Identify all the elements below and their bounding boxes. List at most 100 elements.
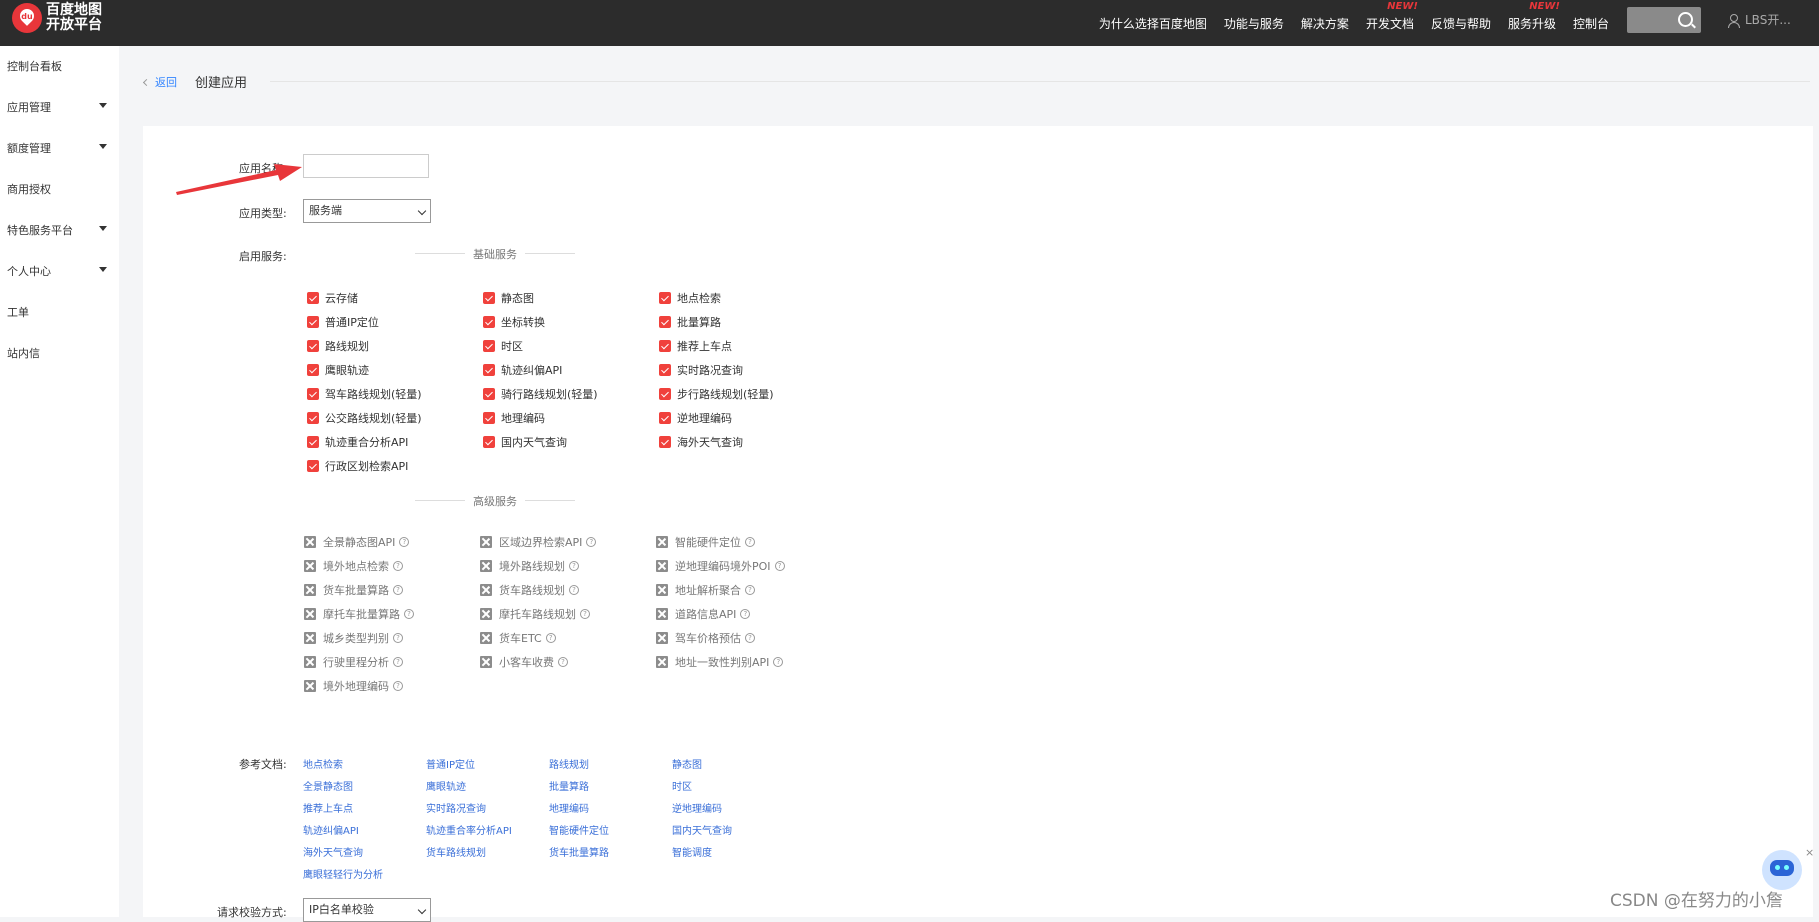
search-box[interactable] <box>1627 7 1701 33</box>
advanced-service-checkbox[interactable]: 小客车收费? <box>480 654 568 670</box>
help-icon[interactable]: ? <box>580 609 590 619</box>
help-icon[interactable]: ? <box>586 537 597 547</box>
advanced-service-checkbox[interactable]: 货车批量算路? <box>304 582 403 598</box>
checkbox-checked-icon[interactable] <box>307 436 319 448</box>
service-checkbox[interactable]: 驾车路线规划(轻量) <box>307 386 422 402</box>
help-icon[interactable]: ? <box>393 585 403 595</box>
app-type-select[interactable]: 服务端 <box>303 199 431 223</box>
doc-link[interactable]: 智能调度 <box>672 844 712 859</box>
service-checkbox[interactable]: 行政区划检索API <box>307 458 408 474</box>
checkbox-checked-icon[interactable] <box>307 316 319 328</box>
advanced-service-checkbox[interactable]: 境外地理编码? <box>304 678 403 694</box>
nav-item-label[interactable]: 为什么选择百度地图 <box>1099 17 1207 31</box>
doc-link[interactable]: 逆地理编码 <box>672 800 722 815</box>
advanced-service-checkbox[interactable]: 摩托车批量算路? <box>304 606 414 622</box>
service-checkbox[interactable]: 步行路线规划(轻量) <box>659 386 774 402</box>
checkbox-checked-icon[interactable] <box>483 364 495 376</box>
help-icon[interactable]: ? <box>393 561 403 571</box>
doc-link[interactable]: 货车路线规划 <box>426 844 486 859</box>
help-icon[interactable]: ? <box>569 585 579 595</box>
service-checkbox[interactable]: 时区 <box>483 338 523 354</box>
checkbox-checked-icon[interactable] <box>659 316 671 328</box>
sidebar-item-label[interactable]: 应用管理 <box>7 101 51 114</box>
service-checkbox[interactable]: 路线规划 <box>307 338 369 354</box>
nav-item-label[interactable]: 服务升级 <box>1508 17 1556 31</box>
service-checkbox[interactable]: 轨迹纠偏API <box>483 362 562 378</box>
checkbox-checked-icon[interactable] <box>659 388 671 400</box>
service-checkbox[interactable]: 坐标转换 <box>483 314 545 330</box>
caret-down-icon[interactable] <box>99 144 107 149</box>
service-checkbox[interactable]: 海外天气查询 <box>659 434 743 450</box>
help-icon[interactable]: ? <box>399 537 410 547</box>
search-icon[interactable] <box>1678 12 1693 27</box>
help-icon[interactable]: ? <box>558 657 568 667</box>
advanced-service-checkbox[interactable]: 行驶里程分析? <box>304 654 403 670</box>
service-checkbox[interactable]: 批量算路 <box>659 314 721 330</box>
sidebar-item-label[interactable]: 控制台看板 <box>7 60 62 73</box>
doc-link[interactable]: 批量算路 <box>549 778 589 793</box>
sidebar-item-label[interactable]: 站内信 <box>7 347 40 360</box>
checkbox-checked-icon[interactable] <box>307 340 319 352</box>
doc-link[interactable]: 实时路况查询 <box>426 800 486 815</box>
service-checkbox[interactable]: 鹰眼轨迹 <box>307 362 369 378</box>
app-name-input[interactable] <box>303 154 429 178</box>
nav-item[interactable]: 为什么选择百度地图 <box>1099 15 1207 32</box>
nav-item-label[interactable]: 解决方案 <box>1301 17 1349 31</box>
sidebar-item-label[interactable]: 商用授权 <box>7 183 51 196</box>
sidebar-item[interactable]: 工单 <box>7 304 107 320</box>
checkbox-checked-icon[interactable] <box>307 388 319 400</box>
help-icon[interactable]: ? <box>393 633 403 643</box>
caret-down-icon[interactable] <box>99 103 107 108</box>
service-checkbox[interactable]: 地点检索 <box>659 290 721 306</box>
checkbox-checked-icon[interactable] <box>483 316 495 328</box>
advanced-service-checkbox[interactable]: 道路信息API? <box>656 606 751 622</box>
doc-link[interactable]: 路线规划 <box>549 756 589 771</box>
nav-item[interactable]: 解决方案 <box>1301 15 1349 32</box>
doc-link[interactable]: 推荐上车点 <box>303 800 353 815</box>
advanced-service-checkbox[interactable]: 境外路线规划? <box>480 558 579 574</box>
sidebar-item[interactable]: 控制台看板 <box>7 58 107 74</box>
help-icon[interactable]: ? <box>545 633 556 643</box>
advanced-service-checkbox[interactable]: 货车路线规划? <box>480 582 579 598</box>
sidebar-item-label[interactable]: 额度管理 <box>7 142 51 155</box>
checkbox-checked-icon[interactable] <box>483 340 495 352</box>
help-icon[interactable]: ? <box>740 609 751 619</box>
back-label[interactable]: 返回 <box>155 76 177 89</box>
sidebar-item[interactable]: 应用管理 <box>7 99 107 115</box>
nav-item-label[interactable]: 反馈与帮助 <box>1431 17 1491 31</box>
user-name[interactable]: LBS开... <box>1745 11 1791 28</box>
nav-item-label[interactable]: 功能与服务 <box>1224 17 1284 31</box>
sidebar-item-label[interactable]: 工单 <box>7 306 29 319</box>
verify-method-select[interactable]: IP白名单校验 <box>303 898 431 922</box>
checkbox-checked-icon[interactable] <box>483 436 495 448</box>
service-checkbox[interactable]: 逆地理编码 <box>659 410 732 426</box>
advanced-service-checkbox[interactable]: 逆地理编码境外POI? <box>656 558 785 574</box>
doc-link[interactable]: 国内天气查询 <box>672 822 732 837</box>
help-icon[interactable]: ? <box>745 633 755 643</box>
doc-link[interactable]: 地理编码 <box>549 800 589 815</box>
advanced-service-checkbox[interactable]: 全景静态图API? <box>304 534 410 550</box>
caret-down-icon[interactable] <box>99 267 107 272</box>
doc-link[interactable]: 鹰眼轻轻行为分析 <box>303 866 383 881</box>
advanced-service-checkbox[interactable]: 摩托车路线规划? <box>480 606 590 622</box>
help-icon[interactable]: ? <box>745 537 755 547</box>
doc-link[interactable]: 全景静态图 <box>303 778 353 793</box>
help-icon[interactable]: ? <box>745 585 755 595</box>
advanced-service-checkbox[interactable]: 驾车价格预估? <box>656 630 755 646</box>
nav-item[interactable]: 开发文档 NEW! <box>1366 1 1418 32</box>
nav-item[interactable]: 功能与服务 <box>1224 15 1284 32</box>
doc-link[interactable]: 海外天气查询 <box>303 844 363 859</box>
sidebar-item[interactable]: 特色服务平台 <box>7 222 107 238</box>
doc-link[interactable]: 货车批量算路 <box>549 844 609 859</box>
nav-item-label[interactable]: 控制台 <box>1573 17 1609 31</box>
advanced-service-checkbox[interactable]: 货车ETC? <box>480 630 556 646</box>
service-checkbox[interactable]: 云存储 <box>307 290 358 306</box>
service-checkbox[interactable]: 国内天气查询 <box>483 434 567 450</box>
doc-link[interactable]: 智能硬件定位 <box>549 822 609 837</box>
help-icon[interactable]: ? <box>569 561 579 571</box>
checkbox-checked-icon[interactable] <box>659 436 671 448</box>
checkbox-checked-icon[interactable] <box>659 412 671 424</box>
checkbox-checked-icon[interactable] <box>659 364 671 376</box>
checkbox-checked-icon[interactable] <box>307 460 319 472</box>
advanced-service-checkbox[interactable]: 地址一致性判别API? <box>656 654 784 670</box>
